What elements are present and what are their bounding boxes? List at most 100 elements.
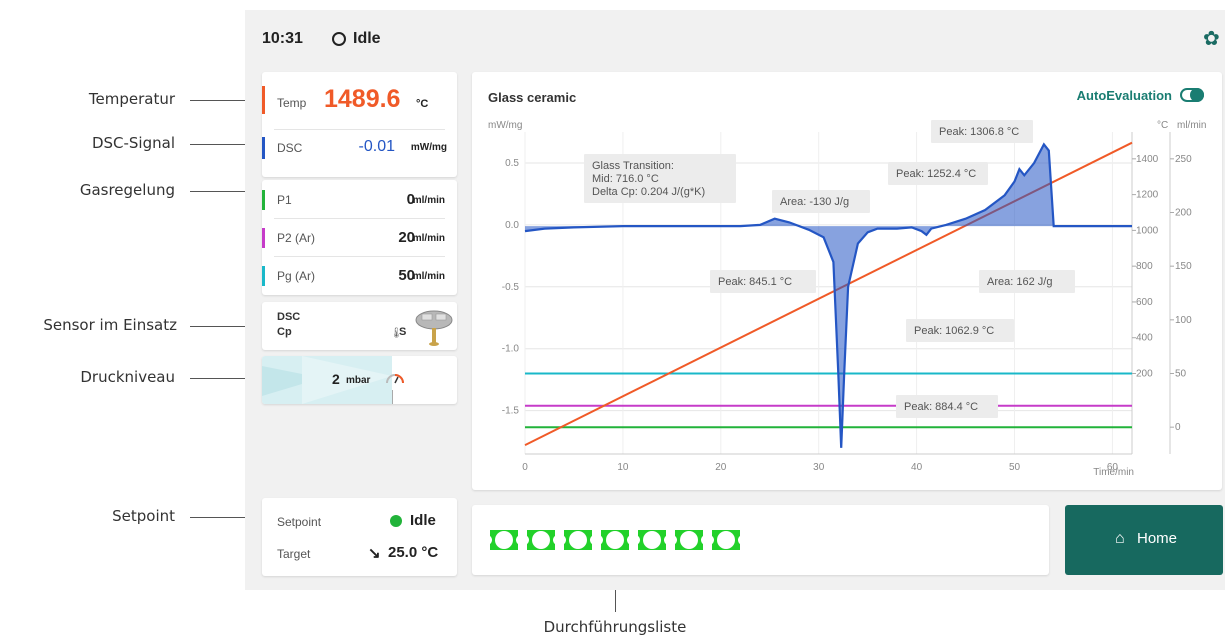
y-right-tick-label: 600 <box>1136 297 1153 308</box>
annotation-text: Peak: 1306.8 °C <box>939 126 1019 138</box>
dsc-color-bar <box>262 137 265 159</box>
queue-slot-icon[interactable] <box>597 522 633 558</box>
pressure-unit: mbar <box>346 375 371 386</box>
sensor-type: DSC <box>277 311 301 323</box>
gas-color-bar <box>262 190 265 210</box>
queue-slot-icon[interactable] <box>560 522 596 558</box>
measurement-card: Temp 1489.6 °C DSC -0.01 mW/mg <box>262 72 457 177</box>
gauge-divider <box>392 390 393 404</box>
gas-label: P2 (Ar) <box>277 231 316 245</box>
state-ring-icon <box>332 32 346 46</box>
x-tick-label: 20 <box>715 462 727 473</box>
annotation-setpoint: Setpoint <box>112 507 175 525</box>
y-tick-label: 0.0 <box>505 220 519 231</box>
home-button[interactable]: ⌂ Home <box>1065 505 1223 575</box>
dsc-label: DSC <box>277 141 303 155</box>
x-tick-label: 40 <box>911 462 923 473</box>
y-right2-tick-label: 150 <box>1175 261 1192 272</box>
y-tick-label: -1.0 <box>502 344 520 355</box>
y-right2-tick-label: 250 <box>1175 154 1192 165</box>
home-icon: ⌂ <box>1115 530 1125 547</box>
temp-unit: °C <box>416 98 429 110</box>
y-tick-label: 0.5 <box>505 158 519 169</box>
gas-color-bar <box>262 228 265 248</box>
pressure-background <box>262 356 392 404</box>
annotation-durchfuehrungsliste: Durchführungsliste <box>543 618 687 636</box>
gas-unit: ml/min <box>412 233 445 244</box>
x-tick-label: 30 <box>813 462 825 473</box>
gas-color-bar <box>262 266 265 286</box>
queue-slot-icon[interactable] <box>671 522 707 558</box>
divider <box>274 129 445 130</box>
annotation-dsc-signal: DSC-Signal <box>91 134 175 152</box>
pressure-value: 2 <box>332 371 340 387</box>
y-tick-label: -1.5 <box>502 406 520 417</box>
x-tick-label: 10 <box>617 462 629 473</box>
temp-value: 1489.6 <box>324 85 401 113</box>
status-bar: 10:31 Idle ✿ <box>245 10 1225 62</box>
gas-row-p1[interactable]: P1 0 ml/min <box>262 182 457 218</box>
temp-color-bar <box>262 86 265 114</box>
queue-slot-icon[interactable] <box>523 522 559 558</box>
arrow-down-right-icon: ↘ <box>368 545 381 562</box>
annotation-text: Peak: 1062.9 °C <box>914 325 994 337</box>
y-right2-axis-label: ml/min <box>1177 120 1206 131</box>
target-value: 25.0 °C <box>388 544 439 561</box>
y-right2-tick-label: 50 <box>1175 369 1187 380</box>
queue-card <box>472 505 1049 575</box>
y-right-axis-label: °C <box>1157 120 1168 131</box>
divider <box>274 256 445 257</box>
annotation-text: Area: 162 J/g <box>987 276 1052 288</box>
annotation-sensor: Sensor im Einsatz <box>43 316 177 334</box>
queue-slot-icon[interactable] <box>634 522 670 558</box>
gas-label: P1 <box>277 193 292 207</box>
thermocouple-type: S <box>399 326 407 338</box>
x-tick-label: 50 <box>1009 462 1021 473</box>
y-right2-tick-label: 200 <box>1175 208 1192 219</box>
device-screen: 10:31 Idle ✿ Temp 1489.6 °C DSC -0.01 mW… <box>245 10 1225 590</box>
y-right-tick-label: 1400 <box>1136 154 1159 165</box>
divider <box>274 218 445 219</box>
dsc-unit: mW/mg <box>410 142 447 153</box>
dsc-chart: 0.50.0-0.5-1.0-1.50 10 20 30 40 50 60140012001… <box>488 120 1206 478</box>
target-label: Target <box>277 547 311 561</box>
gear-icon[interactable]: ✿ <box>1203 26 1220 50</box>
y-right-tick-label: 400 <box>1136 333 1153 344</box>
y-right2-tick-label: 100 <box>1175 315 1192 326</box>
y-tick-label: -0.5 <box>502 282 520 293</box>
gauge-icon <box>386 374 404 384</box>
annotation-text: Peak: 1252.4 °C <box>896 168 976 180</box>
gas-label: Pg (Ar) <box>277 269 316 283</box>
annotation-temperatur: Temperatur <box>88 90 175 108</box>
queue-slot-icon[interactable] <box>486 522 522 558</box>
y-right2-tick-label: 0 <box>1175 422 1181 433</box>
annotation-gasregelung: Gasregelung <box>79 181 175 199</box>
pressure-card[interactable]: 2 mbar <box>262 356 457 404</box>
setpoint-status-dot <box>390 515 402 527</box>
dsc-value: -0.01 <box>358 138 395 155</box>
queue-slot-icon[interactable] <box>708 522 744 558</box>
annotation-druckniveau: Druckniveau <box>80 368 175 386</box>
temp-label: Temp <box>277 96 307 110</box>
gas-row-p2[interactable]: P2 (Ar) 20 ml/min <box>262 220 457 256</box>
y-right-tick-label: 200 <box>1136 369 1153 380</box>
sensor-mode: Cp <box>277 326 292 338</box>
gas-unit: ml/min <box>412 271 445 282</box>
clock: 10:31 <box>262 30 303 47</box>
gas-control-card: P1 0 ml/min P2 (Ar) 20 ml/min Pg (Ar) 50… <box>262 180 457 295</box>
sensor-card[interactable]: DSC Cp 🌡 S <box>262 302 457 350</box>
setpoint-label: Setpoint <box>277 515 322 529</box>
annotation-text: Peak: 884.4 °C <box>904 401 978 413</box>
annotation-text: Area: -130 J/g <box>780 196 849 208</box>
chart-card: Glass ceramic AutoEvaluation 0.5 0.0 -0.5-… <box>472 72 1222 490</box>
setpoint-status: Idle <box>410 512 436 529</box>
y-right-tick-label: 800 <box>1136 261 1153 272</box>
x-tick-label: 0 <box>522 462 528 473</box>
annotation-text: Glass Transition: <box>592 160 674 172</box>
gas-row-pg[interactable]: Pg (Ar) 50 ml/min <box>262 258 457 294</box>
gas-unit: ml/min <box>412 195 445 206</box>
annotation-text: Delta Cp: 0.204 J/(g*K) <box>592 186 705 198</box>
setpoint-card[interactable]: Setpoint Idle Target ↘ 25.0 °C <box>262 498 457 576</box>
y-right-tick-label: 1200 <box>1136 190 1159 201</box>
annotation-text: Mid: 716.0 °C <box>592 173 659 185</box>
